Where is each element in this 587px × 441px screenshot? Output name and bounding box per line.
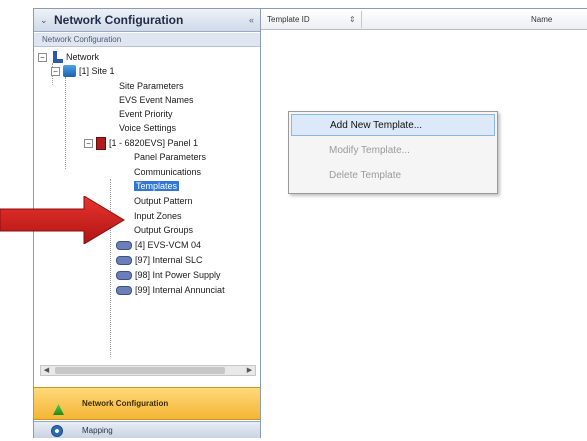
sort-icon[interactable]: ⇕ bbox=[349, 15, 357, 24]
column-divider[interactable] bbox=[361, 11, 362, 28]
tree-node-panel-parameters[interactable]: Panel Parameters bbox=[134, 150, 206, 164]
tree-node-evs-event-names[interactable]: EVS Event Names bbox=[119, 93, 194, 107]
tree-node-output-pattern[interactable]: Output Pattern bbox=[134, 194, 193, 208]
tree-node-label: [97] Internal SLC bbox=[135, 255, 203, 265]
menu-item-modify-template[interactable]: Modify Template... bbox=[291, 140, 495, 162]
tree-node-label: Voice Settings bbox=[119, 123, 177, 133]
tree-node-panel-1[interactable]: − [1 - 6820EVS] Panel 1 bbox=[84, 136, 198, 150]
tree-node-voice-settings[interactable]: Voice Settings bbox=[119, 121, 176, 135]
collapse-icon[interactable]: − bbox=[38, 52, 47, 62]
tree-node-evs-vcm-04[interactable]: [4] EVS-VCM 04 bbox=[116, 238, 201, 252]
tree-node-label: Event Priority bbox=[119, 109, 173, 119]
context-menu: Add New Template... Modify Template... D… bbox=[288, 111, 498, 194]
network-configuration-icon bbox=[53, 404, 64, 415]
menu-item-delete-template[interactable]: Delete Template bbox=[291, 165, 495, 187]
tree-node-label: [98] Int Power Supply bbox=[135, 270, 221, 280]
collapse-icon[interactable]: − bbox=[84, 138, 93, 148]
tree-node-label: Communications bbox=[134, 167, 202, 177]
templates-grid-pane: Template ID ⇕ Name bbox=[261, 8, 587, 438]
tree-node-int-power-supply[interactable]: [98] Int Power Supply bbox=[116, 268, 221, 282]
tree-node-site-1[interactable]: − [1] Site 1 bbox=[51, 64, 115, 78]
pane-title: Network Configuration bbox=[54, 13, 184, 27]
column-header-name[interactable]: Name bbox=[531, 9, 552, 30]
collapse-icon[interactable]: − bbox=[51, 66, 60, 76]
collapse-pane-icon[interactable]: ⌄ bbox=[40, 15, 50, 25]
mapping-icon bbox=[51, 425, 63, 437]
tree-node-label: Input Zones bbox=[134, 211, 182, 221]
tree-node-label: Panel Parameters bbox=[134, 152, 207, 162]
nav-button-network-configuration[interactable]: Network Configuration bbox=[34, 387, 260, 420]
tree-node-templates[interactable]: Templates bbox=[134, 179, 180, 193]
tree-node-label: EVS Event Names bbox=[119, 95, 194, 105]
tree-node-label-selected: Templates bbox=[134, 181, 180, 191]
tree-node-output-groups[interactable]: Output Groups bbox=[134, 223, 193, 237]
scroll-thumb[interactable] bbox=[55, 367, 225, 374]
tree-node-communications[interactable]: Communications bbox=[134, 165, 201, 179]
network-icon bbox=[50, 51, 63, 63]
column-header-template-id[interactable]: Template ID bbox=[267, 9, 310, 30]
tree-node-label: [4] EVS-VCM 04 bbox=[135, 240, 202, 250]
tree-node-site-parameters[interactable]: Site Parameters bbox=[119, 79, 184, 93]
pane-header: ⌄ Network Configuration « bbox=[34, 9, 260, 32]
tree-node-label: [1] Site 1 bbox=[79, 66, 115, 76]
tree-horizontal-scrollbar[interactable]: ◀ ▶ bbox=[40, 365, 256, 376]
nav-button-mapping[interactable]: Mapping bbox=[34, 421, 260, 438]
tree-guide-line bbox=[65, 77, 66, 169]
pointer-arrow-icon bbox=[0, 196, 125, 244]
tree-node-label: [99] Internal Annunciat bbox=[135, 285, 225, 295]
scroll-right-icon[interactable]: ▶ bbox=[244, 366, 255, 375]
menu-item-add-new-template[interactable]: Add New Template... bbox=[291, 114, 495, 136]
module-icon bbox=[116, 270, 132, 280]
breadcrumb: Network Configuration bbox=[34, 33, 260, 47]
pin-icon[interactable]: « bbox=[249, 15, 254, 25]
tree-node-label: Output Groups bbox=[134, 225, 194, 235]
scroll-left-icon[interactable]: ◀ bbox=[41, 366, 52, 375]
module-icon bbox=[116, 255, 132, 265]
tree-node-network[interactable]: − Network bbox=[38, 50, 99, 64]
tree-node-label: Site Parameters bbox=[119, 81, 184, 91]
nav-button-label: Network Configuration bbox=[82, 399, 169, 408]
tree-node-event-priority[interactable]: Event Priority bbox=[119, 107, 173, 121]
tree-node-internal-slc[interactable]: [97] Internal SLC bbox=[116, 253, 203, 267]
tree-node-label: Network bbox=[66, 52, 100, 62]
module-icon bbox=[116, 285, 132, 295]
tree-node-internal-annunciator[interactable]: [99] Internal Annunciat bbox=[116, 283, 225, 297]
site-icon bbox=[63, 65, 76, 77]
tree-node-label: Output Pattern bbox=[134, 196, 193, 206]
panel-icon bbox=[96, 136, 106, 150]
grid-header: Template ID ⇕ Name bbox=[261, 9, 587, 30]
tree-node-label: [1 - 6820EVS] Panel 1 bbox=[109, 138, 199, 148]
nav-button-label: Mapping bbox=[82, 425, 113, 435]
tree-node-input-zones[interactable]: Input Zones bbox=[134, 209, 182, 223]
